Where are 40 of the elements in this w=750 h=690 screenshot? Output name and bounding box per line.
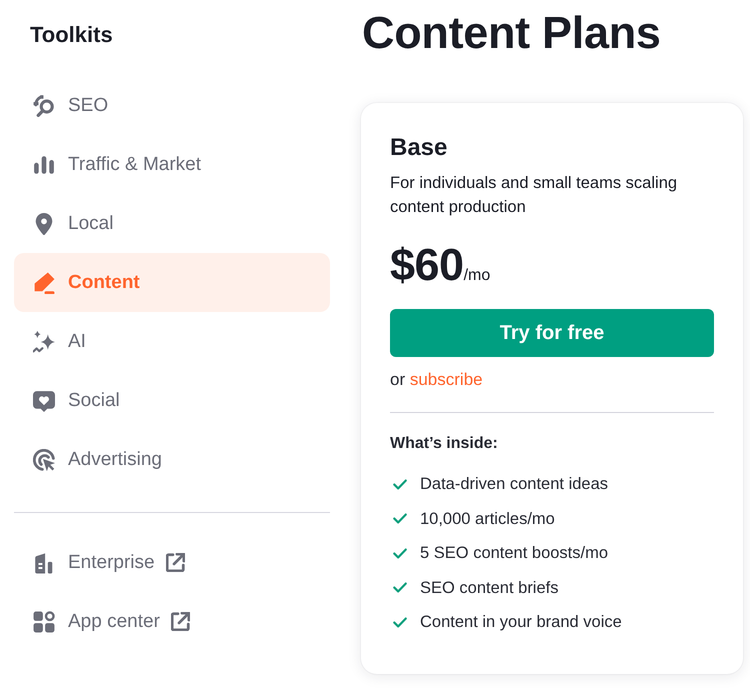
external-link-icon [166, 553, 185, 572]
app-grid-icon [33, 610, 55, 632]
check-icon [393, 616, 407, 628]
cursor-target-icon [33, 448, 55, 470]
subscribe-note: or subscribe [390, 369, 483, 391]
magnifier-icon [33, 94, 55, 116]
page-title: Content Plans [362, 6, 661, 60]
price-amount: $60 [390, 240, 464, 290]
sidebar-link[interactable]: Enterprise [14, 533, 330, 592]
bar-chart-icon [33, 154, 55, 176]
sidebar-item[interactable]: Traffic & Market [14, 135, 330, 194]
feature-text: 10,000 articles/mo [420, 508, 555, 530]
sidebar-item[interactable]: SEO [14, 76, 330, 135]
check-icon [393, 513, 407, 524]
sidebar-item[interactable]: Social [14, 371, 330, 430]
feature-text: Content in your brand voice [420, 612, 622, 633]
external-link-icon [170, 612, 190, 631]
feature-text: SEO content briefs [420, 578, 558, 598]
subscribe-link[interactable]: subscribe [410, 370, 483, 389]
plan-name: Base [390, 133, 448, 163]
check-icon [393, 582, 407, 593]
plan-description: For individuals and small teams scaling content production [390, 173, 678, 218]
sidebar-item[interactable]: Advertising [14, 430, 330, 489]
map-pin-icon [33, 212, 55, 234]
sidebar-item[interactable]: AI [14, 312, 330, 371]
sidebar-item[interactable]: Content [14, 253, 330, 312]
features-heading: What’s inside: [390, 434, 498, 454]
feature-text: Data-driven content ideas [420, 474, 608, 495]
heart-bubble-icon [33, 390, 55, 412]
check-icon [393, 478, 407, 490]
feature-text: 5 SEO content boosts/mo [420, 543, 608, 564]
sidebar-item[interactable]: Local [14, 194, 330, 253]
sidebar-title: Toolkits [30, 21, 113, 49]
sidebar-link[interactable]: App center [14, 592, 330, 651]
try-for-free-button[interactable]: Try for free [390, 309, 714, 357]
check-icon [393, 548, 407, 558]
sparkle-icon [33, 330, 55, 352]
pencil-icon [33, 272, 55, 294]
building-icon [33, 552, 55, 574]
price-period: /mo [464, 266, 490, 286]
